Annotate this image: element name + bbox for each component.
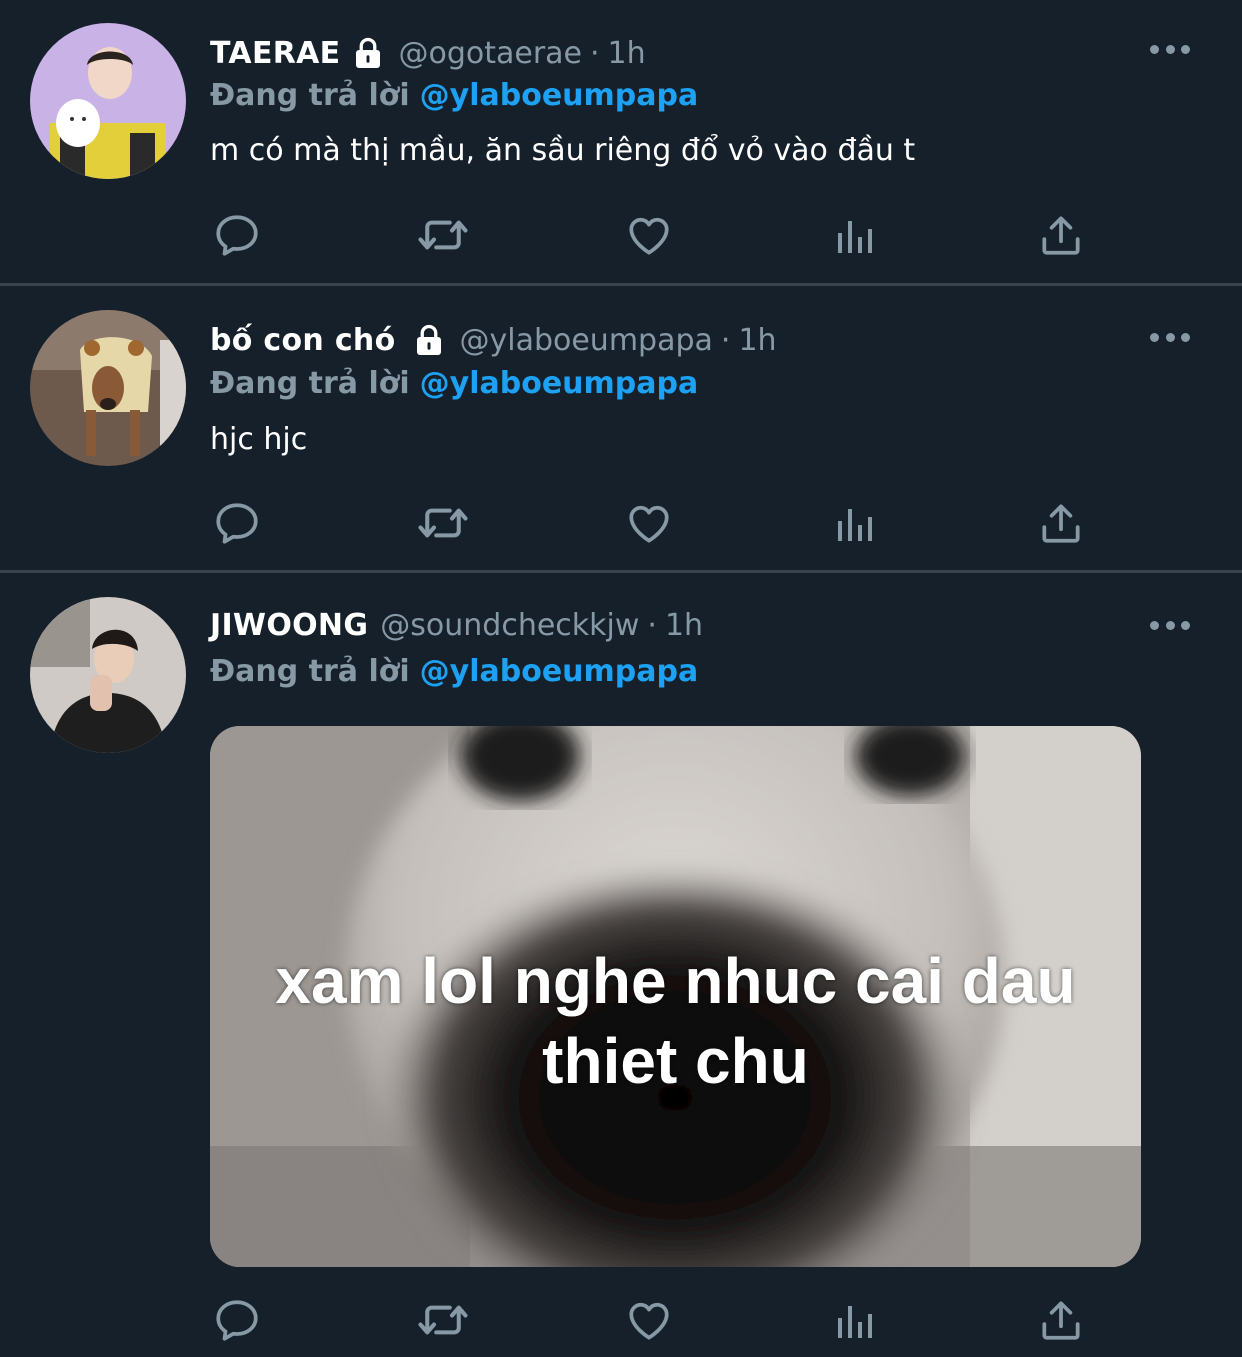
separator-dot: · — [590, 35, 600, 71]
more-options-icon[interactable] — [1150, 43, 1190, 55]
retweet-icon — [416, 496, 470, 550]
handle[interactable]: @ylaboeumpapa — [459, 323, 712, 358]
action-bar — [210, 496, 1090, 550]
analytics-button[interactable] — [828, 496, 882, 550]
avatar[interactable] — [30, 23, 186, 179]
replying-to-label: Đang trả lời — [210, 653, 410, 689]
tweet-2[interactable]: bố con chó @ylaboeumpapa · 1h Đang trả l… — [0, 286, 1242, 570]
retweet-button[interactable] — [416, 1293, 470, 1347]
like-button[interactable] — [622, 208, 676, 262]
replying-to-handle[interactable]: @ylaboeumpapa — [420, 654, 699, 689]
more-options-icon[interactable] — [1150, 331, 1190, 343]
retweet-button[interactable] — [416, 496, 470, 550]
handle[interactable]: @ogotaerae — [398, 36, 582, 71]
avatar[interactable] — [30, 597, 186, 753]
more-options-icon[interactable] — [1150, 619, 1190, 631]
replying-to-handle[interactable]: @ylaboeumpapa — [420, 366, 699, 401]
display-name[interactable]: bố con chó — [210, 323, 395, 358]
replying-to: Đang trả lời @ylaboeumpapa — [210, 649, 698, 693]
reply-button[interactable] — [210, 208, 264, 262]
reply-button[interactable] — [210, 496, 264, 550]
share-button[interactable] — [1034, 208, 1088, 262]
avatar[interactable] — [30, 310, 186, 466]
analytics-icon — [831, 211, 879, 259]
like-icon — [624, 1295, 674, 1345]
analytics-icon — [831, 1296, 879, 1344]
analytics-button[interactable] — [828, 208, 882, 262]
separator-dot: · — [720, 322, 731, 358]
share-icon — [1036, 1295, 1086, 1345]
like-icon — [624, 210, 674, 260]
replying-to-handle[interactable]: @ylaboeumpapa — [420, 78, 699, 113]
tweet-text: hjc hjc — [210, 422, 308, 457]
meme-caption-line-2: thiet chu — [542, 1025, 809, 1097]
reply-icon — [212, 1295, 262, 1345]
tweet-text: m có mà thị mầu, ăn sầu riêng đổ vỏ vào … — [210, 133, 916, 168]
action-bar — [210, 208, 1090, 262]
share-button[interactable] — [1034, 1293, 1088, 1347]
avatar-photo-icon — [30, 310, 186, 466]
display-name[interactable]: TAERAE — [210, 36, 340, 71]
replying-to: Đang trả lời @ylaboeumpapa — [210, 361, 698, 405]
retweet-icon — [416, 1293, 470, 1347]
meme-caption: xam lol nghe nhuc cai dau thiet chu — [210, 941, 1141, 1101]
handle[interactable]: @soundcheckkjw — [380, 608, 639, 643]
like-button[interactable] — [622, 496, 676, 550]
avatar-photo-icon — [30, 597, 186, 753]
display-name[interactable]: JIWOONG — [210, 608, 368, 643]
avatar-photo-icon — [30, 23, 186, 179]
meme-caption-line-1: xam lol nghe nhuc cai dau — [275, 945, 1076, 1017]
timestamp[interactable]: 1h — [665, 608, 703, 643]
analytics-button[interactable] — [828, 1293, 882, 1347]
replying-to-label: Đang trả lời — [210, 77, 410, 113]
reply-icon — [212, 498, 262, 548]
retweet-button[interactable] — [416, 208, 470, 262]
action-bar — [210, 1293, 1090, 1347]
share-button[interactable] — [1034, 496, 1088, 550]
tweet-media-image[interactable]: xam lol nghe nhuc cai dau thiet chu — [210, 726, 1141, 1267]
reply-button[interactable] — [210, 1293, 264, 1347]
tweet-1[interactable]: TAERAE @ogotaerae · 1h Đang trả lời @yla… — [0, 0, 1242, 283]
lock-icon — [350, 35, 386, 71]
share-icon — [1036, 210, 1086, 260]
separator-dot: · — [647, 607, 657, 643]
like-button[interactable] — [622, 1293, 676, 1347]
reply-icon — [212, 210, 262, 260]
analytics-icon — [831, 499, 879, 547]
retweet-icon — [416, 208, 470, 262]
share-icon — [1036, 498, 1086, 548]
replying-to: Đang trả lời @ylaboeumpapa — [210, 73, 698, 117]
timestamp[interactable]: 1h — [738, 323, 776, 358]
lock-icon — [411, 322, 447, 358]
timestamp[interactable]: 1h — [608, 36, 646, 71]
like-icon — [624, 498, 674, 548]
replying-to-label: Đang trả lời — [210, 365, 410, 401]
